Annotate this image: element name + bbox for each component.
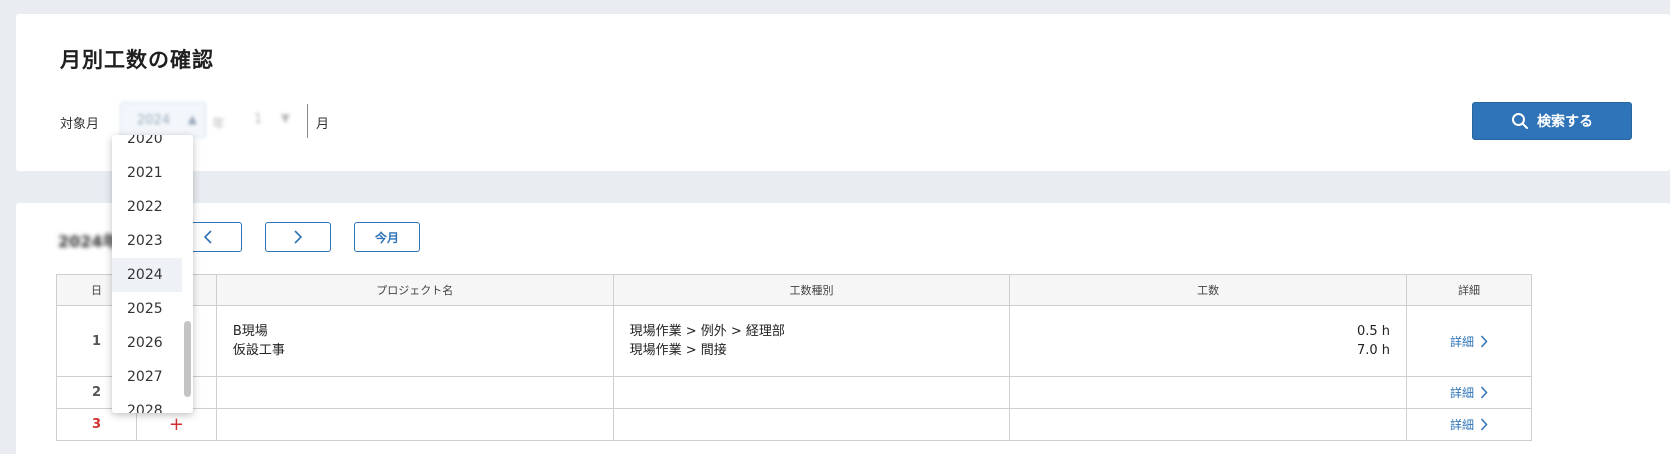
year-select[interactable]: 2024 ▲	[120, 102, 206, 138]
year-option[interactable]: 2027	[112, 360, 182, 394]
detail-link[interactable]: 詳細	[1450, 416, 1488, 433]
work-hours-table: 日 プロジェクト名 工数種別 工数 詳細 1 B現場 仮設工事 現場作業 > 例…	[56, 274, 1532, 441]
year-option-selected[interactable]: 2024	[112, 258, 182, 292]
header-project: プロジェクト名	[215, 274, 614, 306]
search-button-label: 検索する	[1537, 114, 1593, 130]
year-option[interactable]: 2026	[112, 326, 182, 360]
hours-value: 0.5 h	[1356, 324, 1391, 339]
detail-link[interactable]: 詳細	[1450, 384, 1488, 401]
project-name: 仮設工事	[232, 343, 285, 358]
year-dropdown-list: 2020 2021 2022 2023 2024 2025 2026 2027 …	[112, 135, 193, 413]
hours-cell: 0.5 h 7.0 h	[1009, 305, 1408, 377]
project-name: B現場	[232, 324, 268, 339]
search-button[interactable]: 検索する	[1472, 102, 1632, 140]
chevron-right-icon	[1480, 418, 1488, 431]
detail-cell: 詳細	[1406, 376, 1532, 409]
this-month-button[interactable]: 今月	[354, 222, 420, 252]
project-cell	[215, 408, 614, 441]
detail-link-label: 詳細	[1450, 418, 1475, 432]
hours-cell	[1009, 408, 1408, 441]
year-option[interactable]: 2028	[112, 394, 182, 413]
chevron-right-icon	[1480, 386, 1488, 399]
dropdown-scrollbar[interactable]	[184, 321, 191, 397]
next-month-button[interactable]	[265, 222, 331, 252]
detail-link[interactable]: 詳細	[1450, 333, 1488, 350]
header-work-type: 工数種別	[612, 274, 1011, 306]
work-type: 現場作業 > 間接	[629, 343, 727, 358]
year-option[interactable]: 2023	[112, 224, 182, 258]
table-header-row: 日 プロジェクト名 工数種別 工数 詳細	[56, 274, 1532, 306]
year-option[interactable]: 2022	[112, 190, 182, 224]
detail-cell: 詳細	[1406, 408, 1532, 441]
search-icon	[1512, 113, 1528, 129]
detail-cell: 詳細	[1406, 305, 1532, 377]
work-type-cell	[612, 376, 1011, 409]
header-detail: 詳細	[1406, 274, 1532, 306]
search-panel: 月別工数の確認 対象月 2024 ▲ 年 1 ▼ 月 検索する	[16, 14, 1670, 171]
month-suffix: 月	[316, 117, 330, 132]
month-select-value: 1	[254, 112, 263, 127]
detail-link-label: 詳細	[1450, 334, 1475, 349]
year-suffix: 年	[212, 117, 226, 132]
chevron-right-icon	[1480, 334, 1488, 348]
day-cell: 3	[56, 408, 137, 441]
detail-link-label: 詳細	[1450, 386, 1475, 400]
monthly-calendar-panel: 2024年1月 今月 日 プロジェクト名 工数種別 工数 詳細 1 B現場 仮設…	[16, 203, 1670, 454]
year-option[interactable]: 2020	[112, 135, 182, 156]
add-entry-button[interactable]: +	[135, 408, 217, 441]
year-option[interactable]: 2025	[112, 292, 182, 326]
chevron-left-icon	[203, 230, 212, 244]
page-title: 月別工数の確認	[60, 48, 214, 72]
table-row: 3 + 詳細	[56, 408, 1532, 441]
header-hours: 工数	[1009, 274, 1408, 306]
hours-cell	[1009, 376, 1408, 409]
year-select-value: 2024	[137, 113, 171, 128]
table-row: 2 詳細	[56, 376, 1532, 409]
target-month-label: 対象月	[60, 117, 100, 132]
year-option[interactable]: 2021	[112, 156, 182, 190]
chevron-down-icon: ▼	[280, 111, 290, 125]
year-options: 2020 2021 2022 2023 2024 2025 2026 2027 …	[112, 135, 182, 413]
work-type-cell: 現場作業 > 例外 > 経理部 現場作業 > 間接	[612, 305, 1011, 377]
chevron-up-icon: ▲	[187, 112, 197, 126]
project-cell	[215, 376, 614, 409]
table-row: 1 B現場 仮設工事 現場作業 > 例外 > 経理部 現場作業 > 間接 0.5…	[56, 305, 1532, 377]
work-type: 現場作業 > 例外 > 経理部	[629, 324, 785, 339]
chevron-right-icon	[294, 230, 303, 244]
divider	[307, 104, 308, 138]
work-type-cell	[612, 408, 1011, 441]
month-select[interactable]: 1 ▼	[240, 102, 294, 138]
project-cell: B現場 仮設工事	[215, 305, 614, 377]
hours-value: 7.0 h	[1356, 343, 1391, 358]
